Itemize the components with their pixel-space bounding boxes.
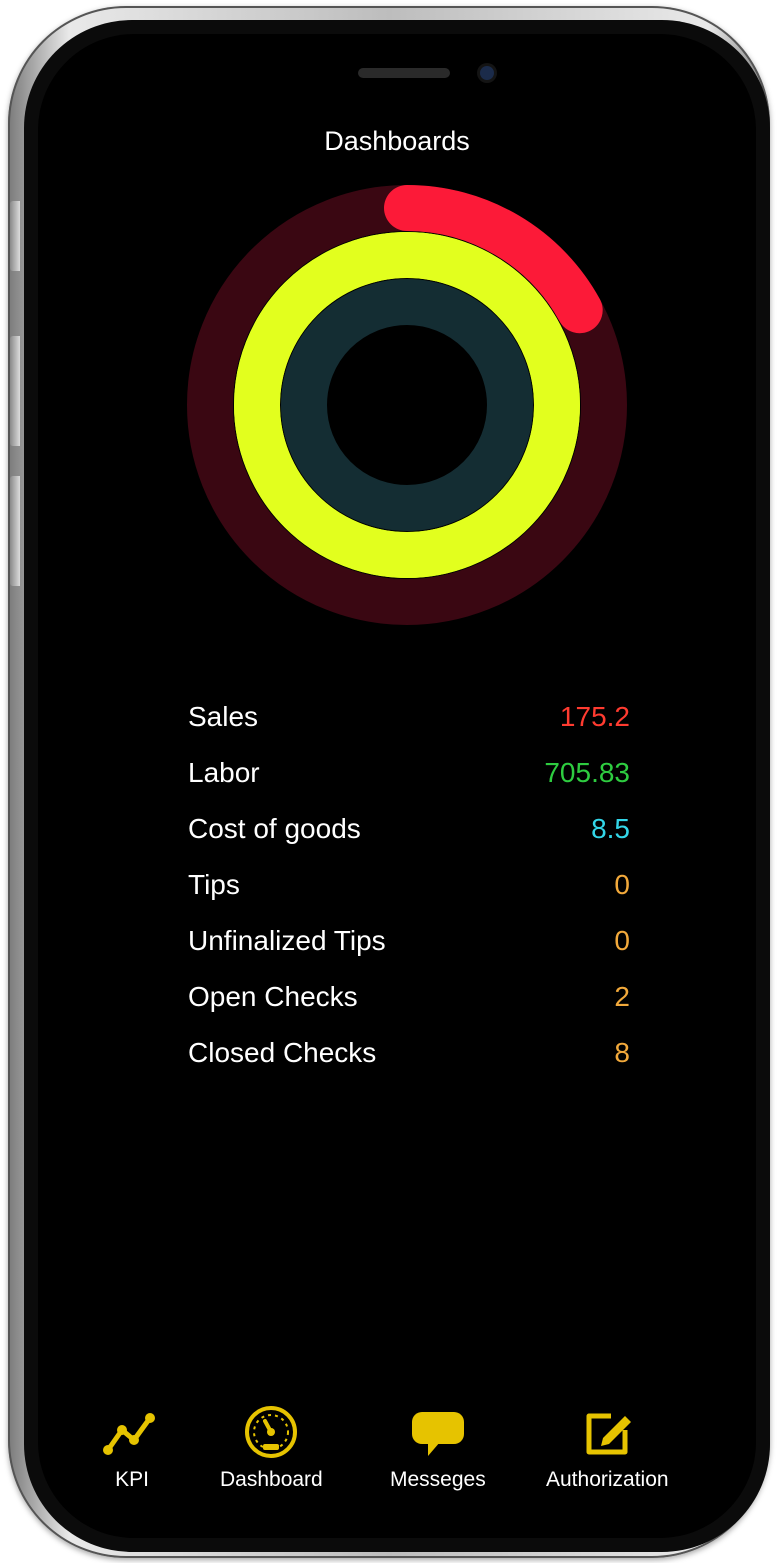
tab-kpi[interactable]: KPI — [100, 1404, 164, 1492]
stat-label: Labor — [188, 757, 260, 788]
inner-ring-track — [281, 279, 533, 531]
stat-row-closed-checks: Closed Checks 8 — [188, 1025, 630, 1081]
stat-row-open-checks: Open Checks 2 — [188, 969, 630, 1025]
stat-row-tips: Tips 0 — [188, 857, 630, 913]
stat-row-cost-of-goods: Cost of goods 8.5 — [188, 801, 630, 857]
tab-label: KPI — [115, 1468, 149, 1491]
line-chart-icon — [103, 1413, 155, 1455]
stat-label: Closed Checks — [188, 1037, 377, 1068]
tab-label: Messeges — [390, 1468, 486, 1491]
stat-label: Cost of goods — [188, 813, 361, 844]
stat-value: 2 — [614, 981, 630, 1012]
stat-row-sales: Sales 175.2 — [188, 689, 630, 745]
stat-value: 8.5 — [591, 813, 630, 844]
screen: Dashboards Sales 175.2 Labor 705.83 Cost… — [38, 34, 756, 1538]
tab-authorization[interactable]: Authorization — [546, 1404, 669, 1492]
tab-label: Authorization — [546, 1468, 669, 1491]
volume-up-button — [10, 336, 20, 446]
stat-value: 8 — [614, 1037, 630, 1068]
page-title: Dashboards — [324, 126, 470, 156]
earpiece-speaker — [358, 68, 450, 78]
volume-down-button — [10, 476, 20, 586]
tab-dashboard[interactable]: Dashboard — [220, 1404, 323, 1492]
stat-value: 0 — [614, 925, 630, 956]
tab-bar: KPI Dashboard Messeges Authorization — [38, 1404, 756, 1504]
speedometer-icon — [245, 1406, 298, 1458]
stat-label: Sales — [188, 701, 259, 732]
phone-frame: Dashboards Sales 175.2 Labor 705.83 Cost… — [8, 6, 770, 1558]
stat-value: 0 — [614, 869, 630, 900]
stat-label: Unfinalized Tips — [188, 925, 386, 956]
mute-switch — [10, 201, 20, 271]
tab-messages[interactable]: Messeges — [390, 1404, 486, 1492]
activity-rings — [187, 185, 627, 625]
stats-list: Sales 175.2 Labor 705.83 Cost of goods 8… — [188, 689, 630, 1081]
tab-label: Dashboard — [220, 1468, 323, 1491]
front-camera — [480, 66, 494, 80]
chat-bubble-icon — [411, 1412, 464, 1456]
stat-label: Tips — [188, 869, 240, 900]
edit-icon — [586, 1413, 632, 1455]
stat-row-unfinalized-tips: Unfinalized Tips 0 — [188, 913, 630, 969]
stat-label: Open Checks — [188, 981, 358, 1012]
stat-row-labor: Labor 705.83 — [188, 745, 630, 801]
stat-value: 705.83 — [544, 757, 630, 788]
stat-value: 175.2 — [559, 701, 630, 732]
